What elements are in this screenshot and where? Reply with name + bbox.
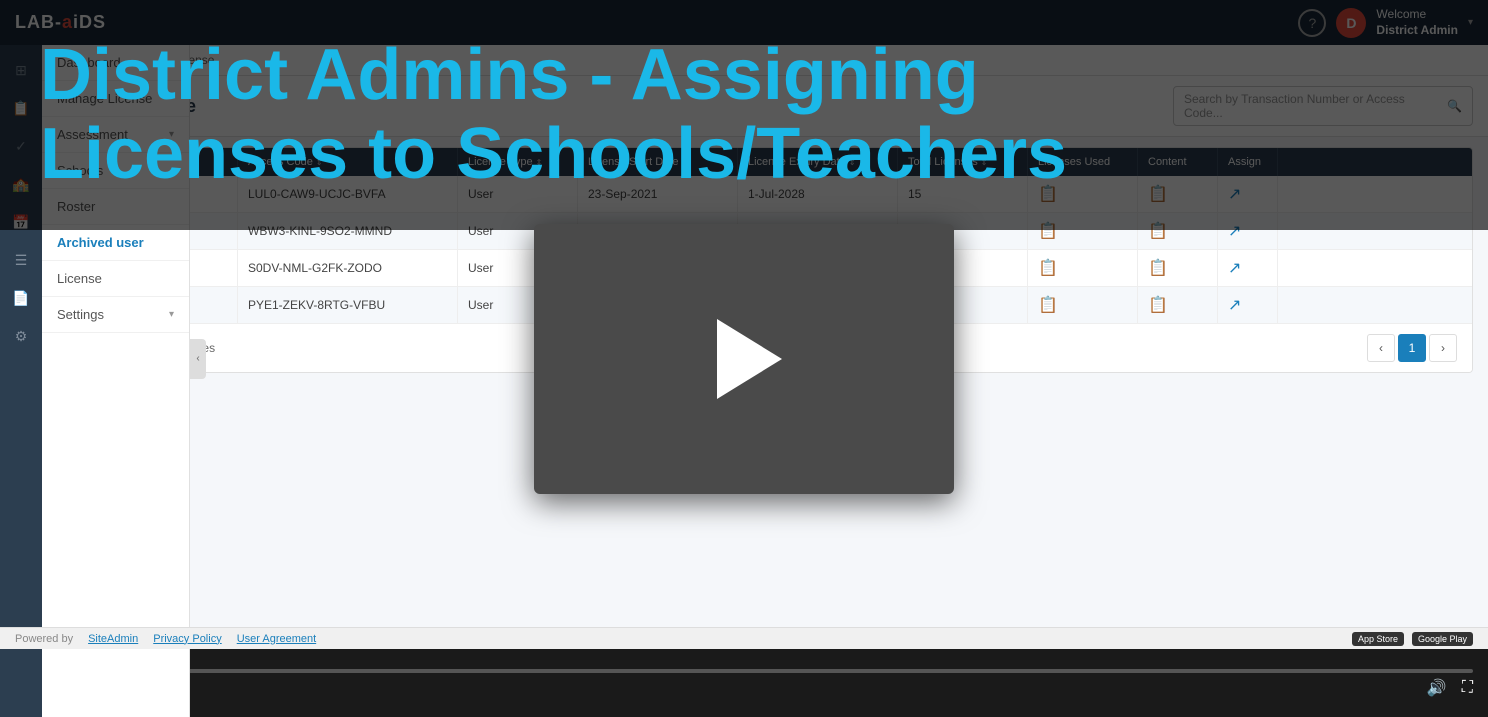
play-button-icon (717, 319, 782, 399)
video-title-line1: District Admins - Assigning (40, 36, 1067, 115)
video-title-line2: Licenses to Schools/Teachers (40, 115, 1067, 194)
video-player[interactable] (534, 224, 954, 494)
video-title: District Admins - Assigning Licenses to … (40, 36, 1067, 194)
video-overlay: District Admins - Assigning Licenses to … (0, 0, 1488, 717)
video-title-overlay: District Admins - Assigning Licenses to … (0, 0, 1488, 230)
